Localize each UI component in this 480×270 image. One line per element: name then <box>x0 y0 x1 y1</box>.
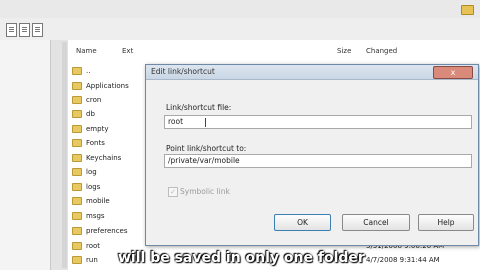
list-item[interactable]: .. <box>72 66 90 76</box>
item-label: log <box>86 168 97 176</box>
list-item[interactable]: logs <box>72 182 100 192</box>
list-item[interactable]: cron <box>72 95 101 105</box>
folder-icon <box>72 154 82 162</box>
link-folder-icon <box>72 242 82 250</box>
item-label: db <box>86 110 95 118</box>
list-item[interactable]: mobile <box>72 196 110 206</box>
help-button[interactable]: Help <box>418 214 474 231</box>
document-list-icon[interactable] <box>32 23 43 37</box>
item-label: Applications <box>86 82 129 90</box>
folder-icon <box>72 82 82 90</box>
folder-icon <box>72 96 82 104</box>
edit-link-dialog: Edit link/shortcut x Link/shortcut file:… <box>145 64 479 246</box>
symbolic-link-checkbox[interactable]: ✓ <box>168 187 178 197</box>
list-item[interactable]: root <box>72 241 100 251</box>
dialog-title-bar[interactable]: Edit link/shortcut x <box>146 65 478 80</box>
top-bar <box>0 0 480 18</box>
item-label: run <box>86 256 98 264</box>
list-item[interactable]: Keychains <box>72 153 121 163</box>
list-item[interactable]: preferences <box>72 226 128 236</box>
item-label: mobile <box>86 197 110 205</box>
list-item[interactable]: empty <box>72 124 108 134</box>
item-label: logs <box>86 183 101 191</box>
column-name[interactable]: Name <box>76 47 97 55</box>
item-label: Keychains <box>86 154 122 162</box>
folder-icon[interactable] <box>461 5 474 15</box>
tree-pane <box>50 40 70 270</box>
folder-icon <box>72 110 82 118</box>
point-to-label: Point link/shortcut to: <box>166 144 247 153</box>
folder-icon <box>72 183 82 191</box>
item-label: Fonts <box>86 139 105 147</box>
link-file-label: Link/shortcut file: <box>166 103 232 112</box>
folder-icon <box>72 256 82 264</box>
cancel-button[interactable]: Cancel <box>342 214 410 231</box>
text-cursor <box>205 117 207 127</box>
item-label: empty <box>86 125 109 133</box>
item-label: .. <box>86 67 91 75</box>
close-button[interactable]: x <box>433 66 473 79</box>
link-file-value: root <box>168 117 184 126</box>
copy-icon[interactable] <box>19 23 30 37</box>
scrollbar[interactable] <box>62 42 67 268</box>
list-item[interactable]: msgs <box>72 211 105 221</box>
symbolic-link-label: Symbolic link <box>180 187 230 196</box>
folder-icon <box>72 139 82 147</box>
column-size[interactable]: Size <box>337 47 351 55</box>
folder-icon <box>72 168 82 176</box>
folder-icon <box>72 125 82 133</box>
list-item[interactable]: Fonts <box>72 138 105 148</box>
folder-icon <box>72 227 82 235</box>
item-label: preferences <box>86 227 128 235</box>
item-label: msgs <box>86 212 105 220</box>
dialog-title: Edit link/shortcut <box>151 67 215 76</box>
ok-button[interactable]: OK <box>274 214 331 231</box>
list-item[interactable]: run <box>72 255 98 265</box>
point-to-value: /private/var/mobile <box>168 156 240 165</box>
folder-icon <box>72 212 82 220</box>
folder-icon <box>72 197 82 205</box>
point-to-input[interactable]: /private/var/mobile <box>164 154 472 168</box>
left-pane <box>0 40 50 270</box>
folder-up-icon <box>72 67 82 75</box>
item-label: root <box>86 242 101 250</box>
document-icon[interactable] <box>6 23 17 37</box>
list-item[interactable]: log <box>72 167 97 177</box>
column-changed[interactable]: Changed <box>366 47 397 55</box>
list-item[interactable]: db <box>72 109 95 119</box>
link-file-input[interactable]: root <box>164 115 472 129</box>
video-caption: will be saved in only one folder <box>118 250 365 266</box>
toolbar <box>0 18 480 41</box>
changed-date: 4/7/2008 9:31:44 AM <box>366 256 440 264</box>
item-label: cron <box>86 96 102 104</box>
list-item[interactable]: Applications <box>72 81 129 91</box>
column-ext[interactable]: Ext <box>122 47 133 55</box>
